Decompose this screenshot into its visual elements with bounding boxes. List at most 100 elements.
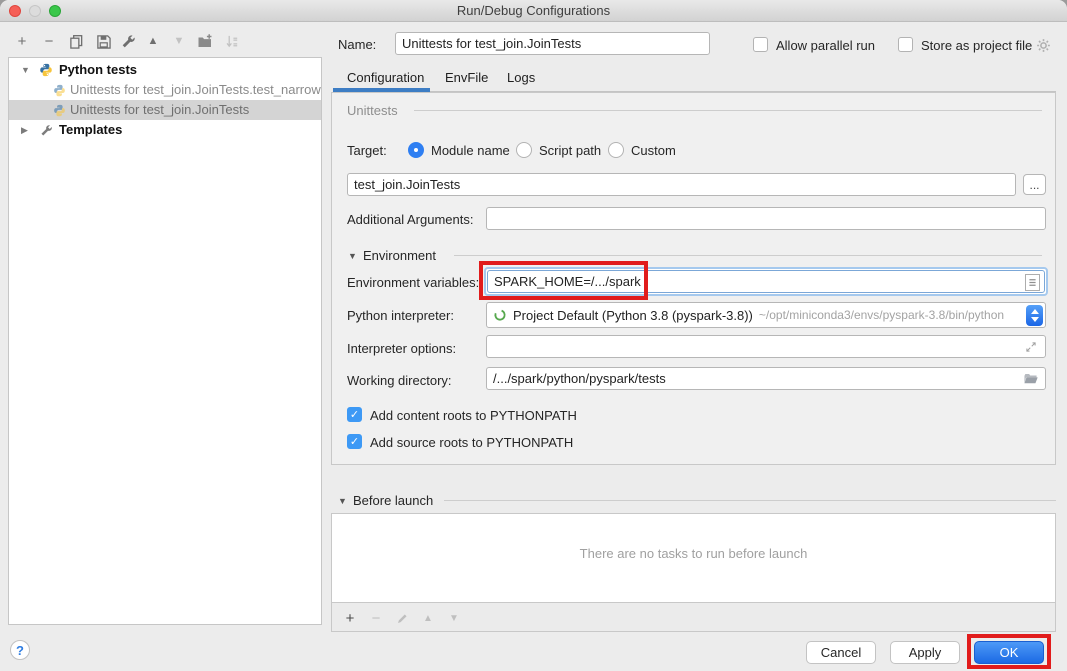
python-interpreter-value: Project Default (Python 3.8 (pyspark-3.8… bbox=[513, 308, 753, 323]
copy-configuration-button[interactable] bbox=[66, 31, 86, 51]
chevron-up-icon bbox=[1031, 309, 1039, 314]
cancel-button[interactable]: Cancel bbox=[806, 641, 876, 664]
tree-item-python-tests[interactable]: ▼ Python tests bbox=[9, 60, 321, 80]
additional-arguments-label: Additional Arguments: bbox=[347, 212, 473, 227]
store-settings-gear-button[interactable] bbox=[1035, 37, 1051, 53]
move-up-icon: ▲ bbox=[423, 613, 433, 624]
python-icon bbox=[39, 63, 53, 80]
create-folder-button[interactable] bbox=[195, 31, 215, 51]
question-mark-icon: ? bbox=[16, 643, 24, 658]
expand-field-button[interactable] bbox=[1024, 340, 1038, 354]
move-down-icon: ▼ bbox=[449, 613, 459, 624]
section-divider bbox=[454, 255, 1042, 256]
save-configuration-button[interactable] bbox=[93, 31, 113, 51]
browse-module-button[interactable]: ... bbox=[1023, 174, 1046, 195]
configurations-tree: ▼ Python tests Unittests for test_join.J… bbox=[8, 57, 322, 625]
ellipsis-icon: ... bbox=[1029, 178, 1039, 192]
working-directory-input[interactable] bbox=[486, 367, 1046, 390]
tree-item-templates[interactable]: ▶ Templates bbox=[9, 120, 321, 140]
move-down-button[interactable]: ▼ bbox=[169, 31, 189, 51]
wrench-icon bbox=[121, 34, 136, 49]
add-task-button[interactable]: + bbox=[340, 608, 360, 628]
tree-item-label: Python tests bbox=[59, 60, 137, 80]
environment-collapse-icon[interactable]: ▼ bbox=[348, 251, 357, 261]
minus-icon: − bbox=[372, 610, 381, 627]
tab-envfile[interactable]: EnvFile bbox=[445, 70, 488, 85]
titlebar: Run/Debug Configurations bbox=[0, 0, 1067, 22]
working-directory-label: Working directory: bbox=[347, 373, 452, 388]
before-launch-toolbar: + − ▲ ▼ bbox=[332, 602, 1055, 631]
configuration-panel: Unittests Target: Module name Script pat… bbox=[331, 92, 1056, 465]
module-name-input[interactable] bbox=[347, 173, 1016, 196]
tree-item-unittests-jointests-selected[interactable]: Unittests for test_join.JoinTests bbox=[9, 100, 321, 120]
before-launch-collapse-icon[interactable]: ▼ bbox=[338, 496, 347, 506]
section-divider bbox=[444, 500, 1056, 501]
sort-alphabetically-icon bbox=[225, 34, 240, 49]
add-content-roots-checkbox[interactable]: ✓ bbox=[347, 407, 362, 422]
radio-module-name[interactable] bbox=[408, 142, 424, 158]
check-icon: ✓ bbox=[350, 435, 359, 448]
radio-script-path[interactable] bbox=[516, 142, 532, 158]
tree-item-label: Unittests for test_join.JoinTests bbox=[70, 100, 249, 120]
python-interpreter-combobox[interactable]: Project Default (Python 3.8 (pyspark-3.8… bbox=[486, 302, 1046, 328]
environment-variables-label: Environment variables: bbox=[347, 275, 479, 290]
store-as-project-file-checkbox[interactable] bbox=[898, 37, 913, 52]
folder-icon bbox=[1023, 372, 1038, 386]
additional-arguments-input[interactable] bbox=[486, 207, 1046, 230]
ok-button[interactable]: OK bbox=[974, 641, 1044, 664]
run-debug-configurations-dialog: Run/Debug Configurations + − ▲ ▼ ▼ Pytho… bbox=[0, 0, 1067, 671]
environment-section-title: Environment bbox=[363, 248, 436, 263]
pencil-icon bbox=[396, 612, 409, 625]
python-test-icon bbox=[53, 103, 66, 120]
group-divider bbox=[414, 110, 1042, 111]
sort-configurations-button[interactable] bbox=[222, 31, 242, 51]
tree-item-label: Templates bbox=[59, 120, 122, 140]
edit-task-button[interactable] bbox=[392, 608, 412, 628]
chevron-expanded-icon[interactable]: ▼ bbox=[21, 60, 33, 80]
allow-parallel-run-checkbox[interactable] bbox=[753, 37, 768, 52]
expand-icon bbox=[1025, 341, 1037, 353]
move-up-icon: ▲ bbox=[148, 35, 159, 47]
add-configuration-button[interactable]: + bbox=[12, 31, 32, 51]
tree-item-unittests-test-narrow[interactable]: Unittests for test_join.JoinTests.test_n… bbox=[9, 80, 321, 100]
plus-icon: + bbox=[18, 33, 27, 50]
radio-custom-label: Custom bbox=[631, 143, 676, 158]
edit-templates-button[interactable] bbox=[118, 31, 138, 51]
add-source-roots-checkbox[interactable]: ✓ bbox=[347, 434, 362, 449]
unittests-group-title: Unittests bbox=[347, 103, 398, 118]
before-launch-panel: There are no tasks to run before launch … bbox=[331, 513, 1056, 632]
before-launch-empty-message: There are no tasks to run before launch bbox=[332, 546, 1055, 561]
interpreter-dropdown-stepper[interactable] bbox=[1026, 305, 1043, 326]
tab-logs[interactable]: Logs bbox=[507, 70, 535, 85]
target-label: Target: bbox=[347, 143, 387, 158]
variables-list-icon bbox=[1027, 277, 1038, 288]
move-task-up-button[interactable]: ▲ bbox=[418, 608, 438, 628]
name-input[interactable] bbox=[395, 32, 710, 55]
add-content-roots-label: Add content roots to PYTHONPATH bbox=[370, 408, 577, 423]
before-launch-section-title: Before launch bbox=[353, 493, 433, 508]
remove-configuration-button[interactable]: − bbox=[39, 31, 59, 51]
move-task-down-button[interactable]: ▼ bbox=[444, 608, 464, 628]
add-source-roots-label: Add source roots to PYTHONPATH bbox=[370, 435, 573, 450]
python-interpreter-path: ~/opt/miniconda3/envs/pyspark-3.8/bin/py… bbox=[759, 308, 1004, 322]
plus-icon: + bbox=[346, 610, 355, 627]
apply-button[interactable]: Apply bbox=[890, 641, 960, 664]
minus-icon: − bbox=[45, 33, 54, 50]
tab-configuration[interactable]: Configuration bbox=[347, 70, 424, 85]
browse-directory-button[interactable] bbox=[1022, 371, 1038, 386]
move-down-icon: ▼ bbox=[174, 35, 185, 47]
radio-custom[interactable] bbox=[608, 142, 624, 158]
environment-variables-input[interactable] bbox=[487, 270, 1045, 293]
gear-icon bbox=[1036, 38, 1051, 53]
chevron-down-icon bbox=[1031, 317, 1039, 322]
python-interpreter-label: Python interpreter: bbox=[347, 308, 454, 323]
chevron-collapsed-icon[interactable]: ▶ bbox=[21, 120, 33, 140]
radio-script-path-label: Script path bbox=[539, 143, 601, 158]
browse-variables-button[interactable] bbox=[1025, 274, 1040, 291]
interpreter-options-input[interactable] bbox=[486, 335, 1046, 358]
remove-task-button[interactable]: − bbox=[366, 608, 386, 628]
help-button[interactable]: ? bbox=[10, 640, 30, 660]
tree-item-label: Unittests for test_join.JoinTests.test_n… bbox=[70, 80, 321, 100]
allow-parallel-run-label: Allow parallel run bbox=[776, 38, 875, 53]
move-up-button[interactable]: ▲ bbox=[143, 31, 163, 51]
